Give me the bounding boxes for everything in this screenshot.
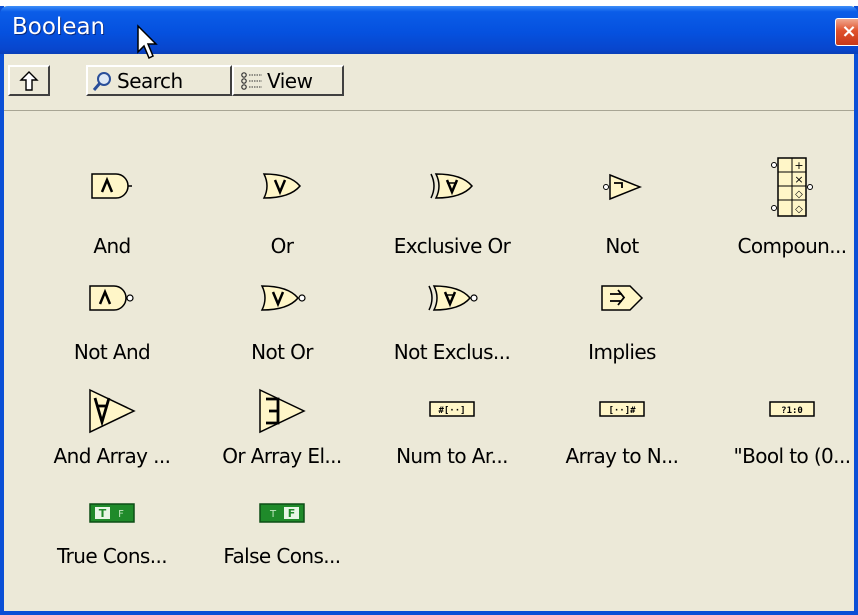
palette-item-compound[interactable]: + × ◇ ◇ Compoun... [707, 156, 858, 266]
palette-item-not-or[interactable]: Not Or [197, 282, 367, 392]
item-label: And Array ... [53, 444, 172, 468]
item-label: Num to Ar... [396, 444, 508, 468]
item-label: Not Exclus... [393, 340, 511, 364]
xnor-gate-icon [428, 285, 478, 311]
palette-item-not-exclusive-or[interactable]: Not Exclus... [367, 282, 537, 392]
item-label: Not [605, 234, 639, 258]
svg-text:T: T [269, 509, 277, 520]
svg-text:?1:0: ?1:0 [781, 406, 803, 416]
palette-item-num-to-array[interactable]: #[··] Num to Ar... [367, 388, 537, 498]
compound-arithmetic-icon: + × ◇ ◇ [771, 157, 813, 217]
boolean-palette-window: Boolean × Search View And Or Exclusive O… [0, 6, 858, 615]
svg-text:◇: ◇ [795, 189, 803, 200]
item-label: Or Array El... [222, 444, 342, 468]
palette-item-array-to-num[interactable]: [··]# Array to N... [537, 388, 707, 498]
search-label: Search [117, 68, 183, 93]
list-view-icon [241, 71, 262, 90]
implies-icon [601, 285, 644, 311]
item-label: Not And [73, 340, 151, 364]
up-button[interactable] [8, 65, 50, 96]
and-gate-icon [91, 173, 132, 199]
item-label: False Cons... [223, 544, 341, 568]
false-constant-icon: T F [259, 503, 305, 523]
view-label: View [267, 68, 313, 93]
bool-to-01-icon: ?1:0 [769, 401, 815, 417]
search-button[interactable]: Search [86, 65, 232, 96]
arrow-up-icon [19, 70, 39, 91]
array-to-num-icon: [··]# [599, 401, 645, 417]
palette-content: And Or Exclusive Or Not + × ◇ ◇ Compoun.… [4, 110, 854, 607]
svg-text:F: F [118, 509, 124, 520]
true-constant-icon: T F [89, 503, 135, 523]
palette-item-or[interactable]: Or [197, 166, 367, 276]
svg-text:T: T [99, 507, 107, 520]
item-label: Or [270, 234, 294, 258]
palette-item-implies[interactable]: Implies [537, 282, 707, 392]
item-label: Compoun... [737, 234, 847, 258]
item-label: Exclusive Or [393, 234, 511, 258]
palette-item-true-constant[interactable]: T F True Cons... [27, 502, 197, 612]
palette-item-bool-to-01[interactable]: ?1:0 "Bool to (0... [707, 388, 858, 498]
svg-text:#[··]: #[··] [438, 406, 465, 416]
item-label: Not Or [251, 340, 313, 364]
window-title: Boolean [12, 14, 106, 40]
palette-item-false-constant[interactable]: T F False Cons... [197, 502, 367, 612]
svg-text:F: F [288, 507, 296, 520]
title-bar[interactable]: Boolean × [0, 6, 858, 54]
palette-item-not-and[interactable]: Not And [27, 282, 197, 392]
item-label: Array to N... [565, 444, 680, 468]
item-label: Implies [588, 340, 656, 364]
close-button[interactable]: × [835, 18, 858, 46]
palette-item-or-array[interactable]: Or Array El... [197, 388, 367, 498]
svg-text:◇: ◇ [795, 204, 803, 215]
toolbar: Search View [4, 54, 854, 110]
nand-gate-icon [89, 285, 134, 311]
svg-text:[··]#: [··]# [608, 406, 636, 416]
num-to-array-icon: #[··] [429, 401, 475, 417]
search-icon [92, 71, 111, 91]
xor-gate-icon [430, 173, 473, 199]
palette-item-exclusive-or[interactable]: Exclusive Or [367, 166, 537, 276]
palette-item-and[interactable]: And [27, 166, 197, 276]
not-gate-icon [603, 173, 643, 201]
or-gate-icon [262, 173, 301, 199]
item-label: True Cons... [56, 544, 168, 568]
mouse-pointer-icon [137, 24, 158, 60]
item-label: "Bool to (0... [733, 444, 852, 468]
palette-item-and-array[interactable]: And Array ... [27, 388, 197, 498]
nor-gate-icon [260, 285, 306, 311]
or-array-icon [259, 388, 306, 434]
and-array-icon [89, 388, 136, 434]
view-button[interactable]: View [232, 65, 344, 96]
svg-text:×: × [794, 173, 803, 186]
palette-item-not[interactable]: Not [537, 166, 707, 276]
divider [4, 110, 854, 111]
item-label: And [93, 234, 131, 258]
svg-text:+: + [794, 159, 803, 172]
